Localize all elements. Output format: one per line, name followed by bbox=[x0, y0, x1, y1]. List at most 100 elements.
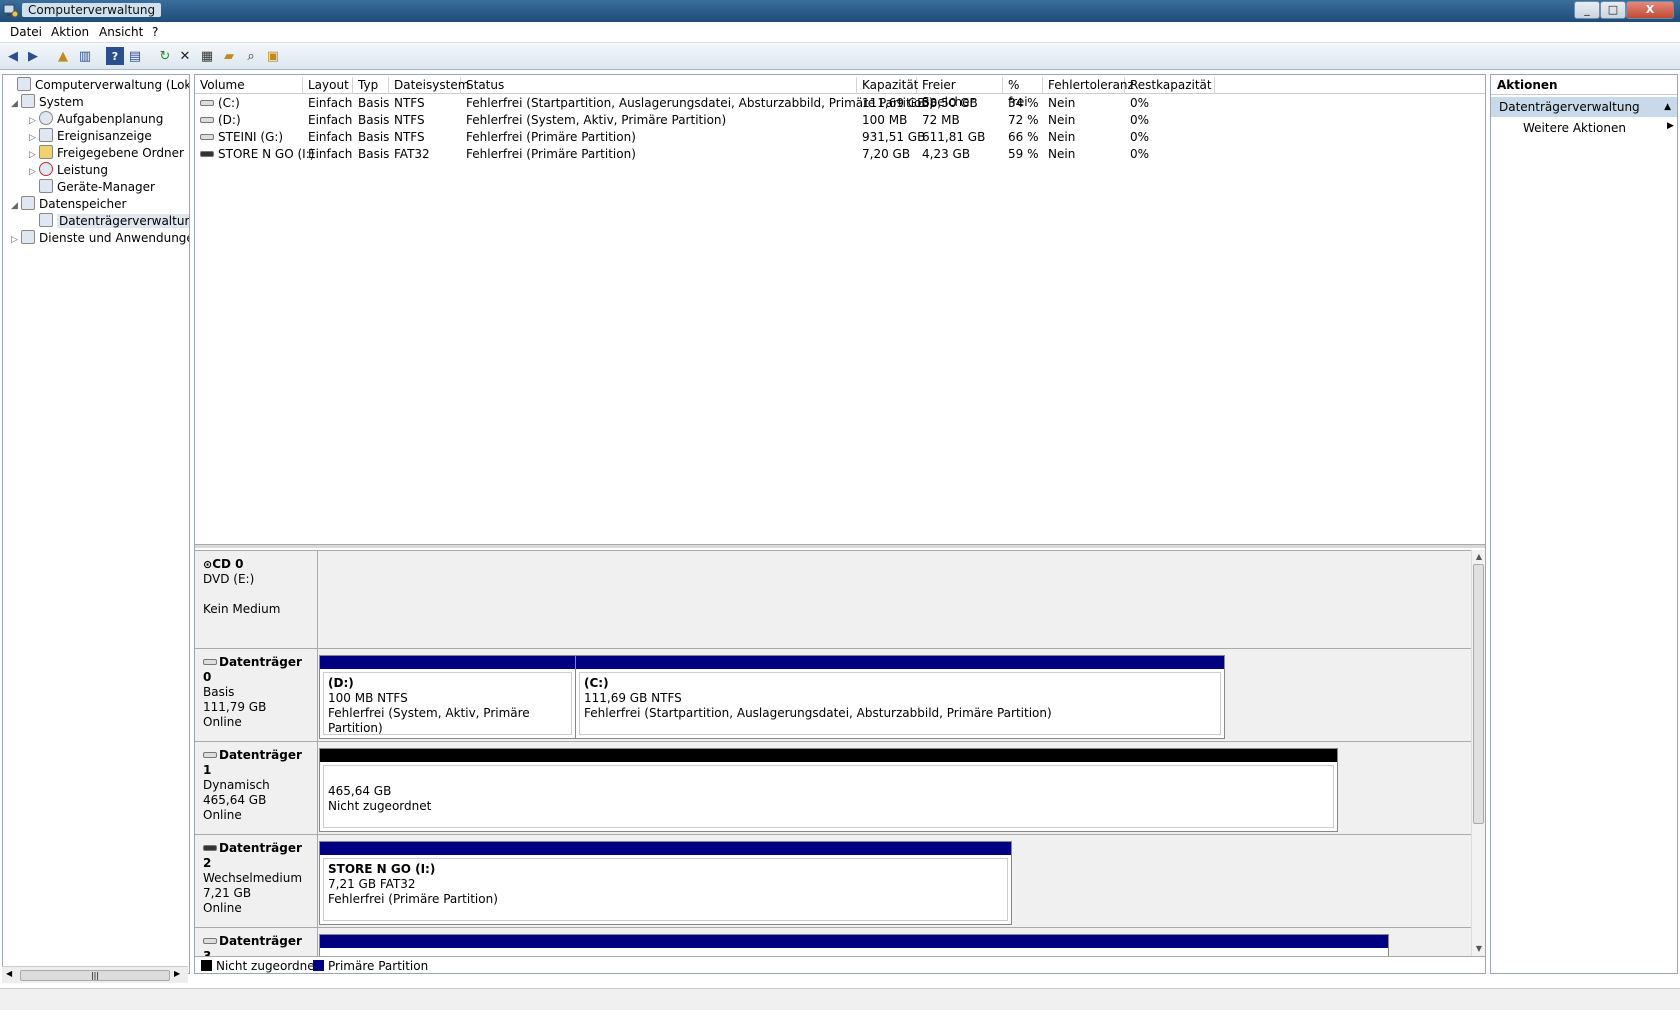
services-icon bbox=[21, 230, 35, 244]
menu-aktion[interactable]: Aktion bbox=[51, 25, 89, 39]
volume-overhead: 0% bbox=[1130, 147, 1150, 161]
disk-3[interactable]: Datenträger 3 bbox=[195, 927, 1471, 956]
partition-store-n-go[interactable]: STORE N GO (I:) 7,21 GB FAT32 Fehlerfrei… bbox=[319, 841, 1012, 925]
volume-filesystem: FAT32 bbox=[394, 147, 430, 161]
forward-icon[interactable]: ▶ bbox=[24, 47, 42, 65]
tree-node-geraete-manager[interactable]: Geräte-Manager bbox=[29, 179, 155, 196]
tree-node-datenspeicher[interactable]: ◢ Datenspeicher bbox=[11, 196, 126, 213]
refresh-icon[interactable]: ↻ bbox=[156, 47, 174, 65]
volume-row[interactable]: STORE N GO (I:) Einfach Basis FAT32 Fehl… bbox=[195, 146, 1485, 163]
scroll-up-icon[interactable]: ▲ bbox=[1472, 552, 1486, 561]
settings-icon[interactable]: ▦ bbox=[198, 47, 216, 65]
export-icon[interactable]: ▣ bbox=[264, 47, 282, 65]
properties-icon[interactable]: ▤ bbox=[126, 47, 144, 65]
partition-status: Fehlerfrei (Primäre Partition) bbox=[328, 892, 498, 906]
unallocated-space[interactable]: 465,64 GB Nicht zugeordnet bbox=[319, 748, 1338, 832]
column-prozent-frei[interactable]: % frei bbox=[1003, 77, 1043, 109]
close-button[interactable]: X bbox=[1626, 1, 1674, 19]
disk-status: Online bbox=[203, 715, 242, 729]
partition-status: Nicht zugeordnet bbox=[328, 799, 432, 813]
tree-node-computerverwaltung[interactable]: Computerverwaltung (Lokal) bbox=[7, 77, 189, 94]
tree-node-ereignisanzeige[interactable]: ▷ Ereignisanzeige bbox=[29, 128, 152, 145]
disk-drive-type: DVD (E:) bbox=[203, 572, 255, 586]
volume-capacity: 931,51 GB bbox=[862, 130, 926, 144]
legend-primary: Primäre Partition bbox=[313, 959, 428, 973]
volume-type: Basis bbox=[358, 130, 390, 144]
disk-1[interactable]: Datenträger 1 Dynamisch 465,64 GB Online… bbox=[195, 741, 1471, 834]
tree-expander[interactable]: ▷ bbox=[11, 232, 21, 249]
volume-row[interactable]: STEINI (G:) Einfach Basis NTFS Fehlerfre… bbox=[195, 129, 1485, 146]
partition-disk3[interactable] bbox=[319, 934, 1389, 956]
tree-node-freigegebene-ordner[interactable]: ▷ Freigegebene Ordner bbox=[29, 145, 184, 162]
event-log-icon bbox=[39, 128, 53, 142]
tree-node-datentraegerverwaltung[interactable]: Datenträgerverwaltung bbox=[29, 213, 189, 230]
back-icon[interactable]: ◀ bbox=[4, 47, 22, 65]
scroll-down-icon[interactable]: ▼ bbox=[1472, 944, 1486, 953]
column-restkapazitaet[interactable]: Restkapazität bbox=[1125, 77, 1215, 94]
volume-capacity: 100 MB bbox=[862, 113, 908, 127]
disk-2[interactable]: Datenträger 2 Wechselmedium 7,21 GB Onli… bbox=[195, 834, 1471, 927]
delete-icon[interactable]: ✕ bbox=[176, 47, 194, 65]
volume-percent-free: 34 % bbox=[1008, 96, 1039, 110]
minimize-button[interactable]: _ bbox=[1574, 1, 1600, 19]
tree-node-dienste-und-anwendungen[interactable]: ▷ Dienste und Anwendungen bbox=[11, 230, 189, 249]
volume-status: Fehlerfrei (Primäre Partition) bbox=[466, 147, 636, 161]
search-icon[interactable]: ⌕ bbox=[242, 47, 260, 65]
folder-open-icon[interactable]: ▰ bbox=[220, 47, 238, 65]
scroll-thumb[interactable] bbox=[1473, 564, 1484, 824]
disk-info: Datenträger 0 Basis 111,79 GB Online bbox=[195, 649, 318, 741]
column-volume[interactable]: Volume bbox=[195, 77, 303, 94]
tree-node-system[interactable]: ◢ System bbox=[11, 94, 84, 111]
pane-splitter[interactable] bbox=[195, 544, 1485, 548]
scroll-thumb[interactable]: ||| bbox=[20, 970, 170, 981]
partition-c[interactable]: (C:) 111,69 GB NTFS Fehlerfrei (Startpar… bbox=[575, 655, 1225, 739]
volume-free: 4,23 GB bbox=[922, 147, 971, 161]
partition-name: (D:) bbox=[328, 676, 354, 690]
disk-view-vertical-scrollbar[interactable]: ▲ ▼ bbox=[1471, 550, 1485, 956]
partition-d[interactable]: (D:) 100 MB NTFS Fehlerfrei (System, Akt… bbox=[319, 655, 576, 739]
column-layout[interactable]: Layout bbox=[303, 77, 353, 94]
disk-0[interactable]: Datenträger 0 Basis 111,79 GB Online (D:… bbox=[195, 648, 1471, 741]
column-status[interactable]: Status bbox=[461, 77, 857, 94]
volume-row[interactable]: (C:) Einfach Basis NTFS Fehlerfrei (Star… bbox=[195, 95, 1485, 112]
toolbar: ◀ ▶ ▲ ▥ ? ▤ ↻ ✕ ▦ ▰ ⌕ ▣ bbox=[0, 43, 1680, 70]
volume-row[interactable]: (D:) Einfach Basis NTFS Fehlerfrei (Syst… bbox=[195, 112, 1485, 129]
scroll-right-icon[interactable]: ▶ bbox=[174, 969, 180, 978]
up-icon[interactable]: ▲ bbox=[54, 47, 72, 65]
disk-cd0[interactable]: ⊙CD 0 DVD (E:) Kein Medium bbox=[195, 550, 1471, 648]
tree-expander[interactable]: ◢ bbox=[11, 198, 21, 215]
disk-kind: Wechselmedium bbox=[203, 871, 303, 885]
disk-media-status: Kein Medium bbox=[203, 602, 281, 616]
tree-horizontal-scrollbar[interactable]: ◀ ||| ▶ bbox=[2, 966, 188, 983]
tree-node-aufgabenplanung[interactable]: ▷ Aufgabenplanung bbox=[29, 111, 163, 128]
column-fehlertoleranz[interactable]: Fehlertoleranz bbox=[1043, 77, 1134, 94]
show-tree-icon[interactable]: ▥ bbox=[76, 47, 94, 65]
menu-ansicht[interactable]: Ansicht bbox=[99, 25, 143, 39]
volume-name: STORE N GO (I:) bbox=[218, 147, 315, 161]
tree-node-leistung[interactable]: ▷ Leistung bbox=[29, 162, 108, 179]
disk-size: 7,21 GB bbox=[203, 886, 252, 900]
column-kapazitaet[interactable]: Kapazität bbox=[857, 77, 918, 94]
actions-section-datentraegerverwaltung[interactable]: Datenträgerverwaltung ▲ bbox=[1491, 97, 1677, 117]
menu-datei[interactable]: Datei bbox=[10, 25, 42, 39]
shared-folder-icon bbox=[39, 145, 53, 159]
computer-icon bbox=[17, 77, 31, 91]
legend-label: Primäre Partition bbox=[328, 959, 429, 973]
column-typ[interactable]: Typ bbox=[353, 77, 389, 94]
column-dateisystem[interactable]: Dateisystem bbox=[389, 77, 469, 94]
tree-expander[interactable]: ◢ bbox=[11, 96, 21, 113]
volume-name: (C:) bbox=[218, 96, 240, 110]
usb-drive-icon bbox=[200, 151, 214, 157]
menu-help[interactable]: ? bbox=[152, 25, 158, 39]
scroll-left-icon[interactable]: ◀ bbox=[6, 969, 12, 978]
partition-bar bbox=[320, 656, 575, 669]
help-icon[interactable]: ? bbox=[106, 47, 124, 65]
collapse-icon[interactable]: ▲ bbox=[1664, 97, 1671, 117]
volume-layout: Einfach bbox=[308, 113, 353, 127]
volume-fault-tolerance: Nein bbox=[1048, 130, 1076, 144]
partition-name: (C:) bbox=[584, 676, 609, 690]
column-freier-speicher[interactable]: Freier Speicher bbox=[917, 77, 1003, 109]
weitere-aktionen-item[interactable]: Weitere Aktionen bbox=[1523, 121, 1626, 135]
partition-status: Fehlerfrei (System, Aktiv, Primäre Parti… bbox=[328, 706, 530, 735]
maximize-button[interactable]: □ bbox=[1600, 1, 1626, 19]
